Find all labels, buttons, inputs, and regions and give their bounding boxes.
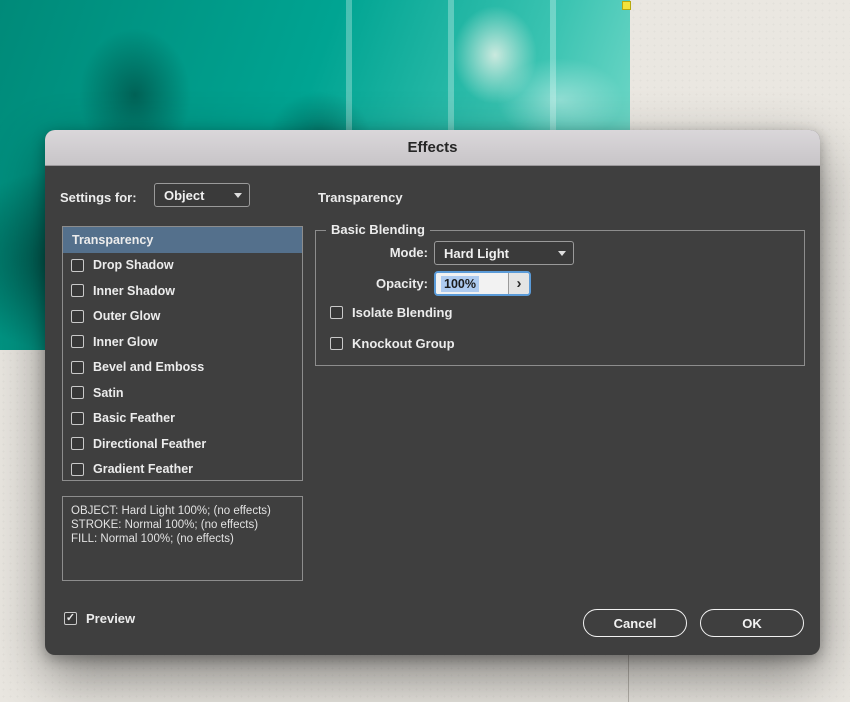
summary-line-object: OBJECT: Hard Light 100%; (no effects) (71, 504, 294, 518)
effects-list-item-bevel-emboss[interactable]: Bevel and Emboss (63, 355, 302, 381)
page-edge-guide (628, 655, 629, 702)
outer-glow-checkbox[interactable] (71, 310, 84, 323)
isolate-blending-checkbox[interactable] (330, 306, 343, 319)
preview-label: Preview (86, 611, 135, 626)
list-item-label: Bevel and Emboss (93, 360, 204, 374)
satin-checkbox[interactable] (71, 386, 84, 399)
list-item-label: Outer Glow (93, 309, 160, 323)
knockout-group-label: Knockout Group (352, 336, 455, 351)
effects-summary: OBJECT: Hard Light 100%; (no effects) ST… (62, 496, 303, 581)
summary-line-stroke: STROKE: Normal 100%; (no effects) (71, 518, 294, 532)
opacity-stepper-button[interactable]: › (508, 273, 529, 294)
list-item-label: Drop Shadow (93, 258, 174, 272)
list-item-label: Inner Shadow (93, 284, 175, 298)
list-item-label: Basic Feather (93, 411, 175, 425)
effects-dialog: Effects Settings for: Object Transparenc… (45, 130, 820, 655)
opacity-label: Opacity: (316, 276, 428, 291)
preview-checkbox[interactable]: ✓ (64, 612, 77, 625)
effects-list-item-directional-feather[interactable]: Directional Feather (63, 431, 302, 457)
ok-button[interactable]: OK (700, 609, 804, 637)
chevron-right-icon: › (517, 275, 522, 292)
effects-list-item-transparency[interactable]: Transparency (63, 227, 302, 253)
effects-list-item-outer-glow[interactable]: Outer Glow (63, 304, 302, 330)
effects-list: Transparency Drop Shadow Inner Shadow Ou… (62, 226, 303, 481)
opacity-control: 100% › (434, 271, 531, 296)
effects-list-item-gradient-feather[interactable]: Gradient Feather (63, 457, 302, 482)
isolate-blending-label: Isolate Blending (352, 305, 452, 320)
effects-list-item-drop-shadow[interactable]: Drop Shadow (63, 253, 302, 279)
bevel-emboss-checkbox[interactable] (71, 361, 84, 374)
preview-toggle[interactable]: ✓ Preview (64, 611, 135, 626)
summary-line-fill: FILL: Normal 100%; (no effects) (71, 532, 294, 546)
basic-feather-checkbox[interactable] (71, 412, 84, 425)
list-item-label: Gradient Feather (93, 462, 193, 476)
effects-list-item-satin[interactable]: Satin (63, 380, 302, 406)
indesign-workspace: { "colors": { "dialog_bg": "#3f3f3f", "t… (0, 0, 850, 702)
list-item-label: Directional Feather (93, 437, 206, 451)
effects-list-item-inner-glow[interactable]: Inner Glow (63, 329, 302, 355)
knockout-group-toggle[interactable]: Knockout Group (330, 336, 455, 351)
chevron-down-icon (558, 251, 566, 256)
mode-label: Mode: (316, 245, 428, 260)
cancel-button[interactable]: Cancel (583, 609, 687, 637)
knockout-group-checkbox[interactable] (330, 337, 343, 350)
chevron-down-icon (234, 193, 242, 198)
selection-handle[interactable] (622, 1, 631, 10)
settings-for-label: Settings for: (60, 190, 137, 205)
inner-shadow-checkbox[interactable] (71, 284, 84, 297)
dialog-title: Effects (407, 139, 457, 156)
directional-feather-checkbox[interactable] (71, 437, 84, 450)
drop-shadow-checkbox[interactable] (71, 259, 84, 272)
effects-list-item-inner-shadow[interactable]: Inner Shadow (63, 278, 302, 304)
opacity-value: 100% (441, 276, 479, 292)
transparency-heading: Transparency (318, 190, 403, 205)
isolate-blending-toggle[interactable]: Isolate Blending (330, 305, 452, 320)
basic-blending-legend: Basic Blending (326, 222, 430, 237)
mode-dropdown[interactable]: Hard Light (434, 241, 574, 265)
checkmark-icon: ✓ (66, 613, 75, 624)
list-item-label: Satin (93, 386, 124, 400)
effects-list-item-basic-feather[interactable]: Basic Feather (63, 406, 302, 432)
mode-value: Hard Light (444, 246, 509, 261)
inner-glow-checkbox[interactable] (71, 335, 84, 348)
opacity-input[interactable]: 100% (436, 273, 508, 294)
dialog-titlebar[interactable]: Effects (45, 130, 820, 166)
settings-for-value: Object (164, 188, 204, 203)
gradient-feather-checkbox[interactable] (71, 463, 84, 476)
basic-blending-group: Basic Blending Mode: Hard Light Opacity:… (315, 230, 805, 366)
settings-for-dropdown[interactable]: Object (154, 183, 250, 207)
list-item-label: Inner Glow (93, 335, 158, 349)
list-item-label: Transparency (72, 233, 153, 247)
